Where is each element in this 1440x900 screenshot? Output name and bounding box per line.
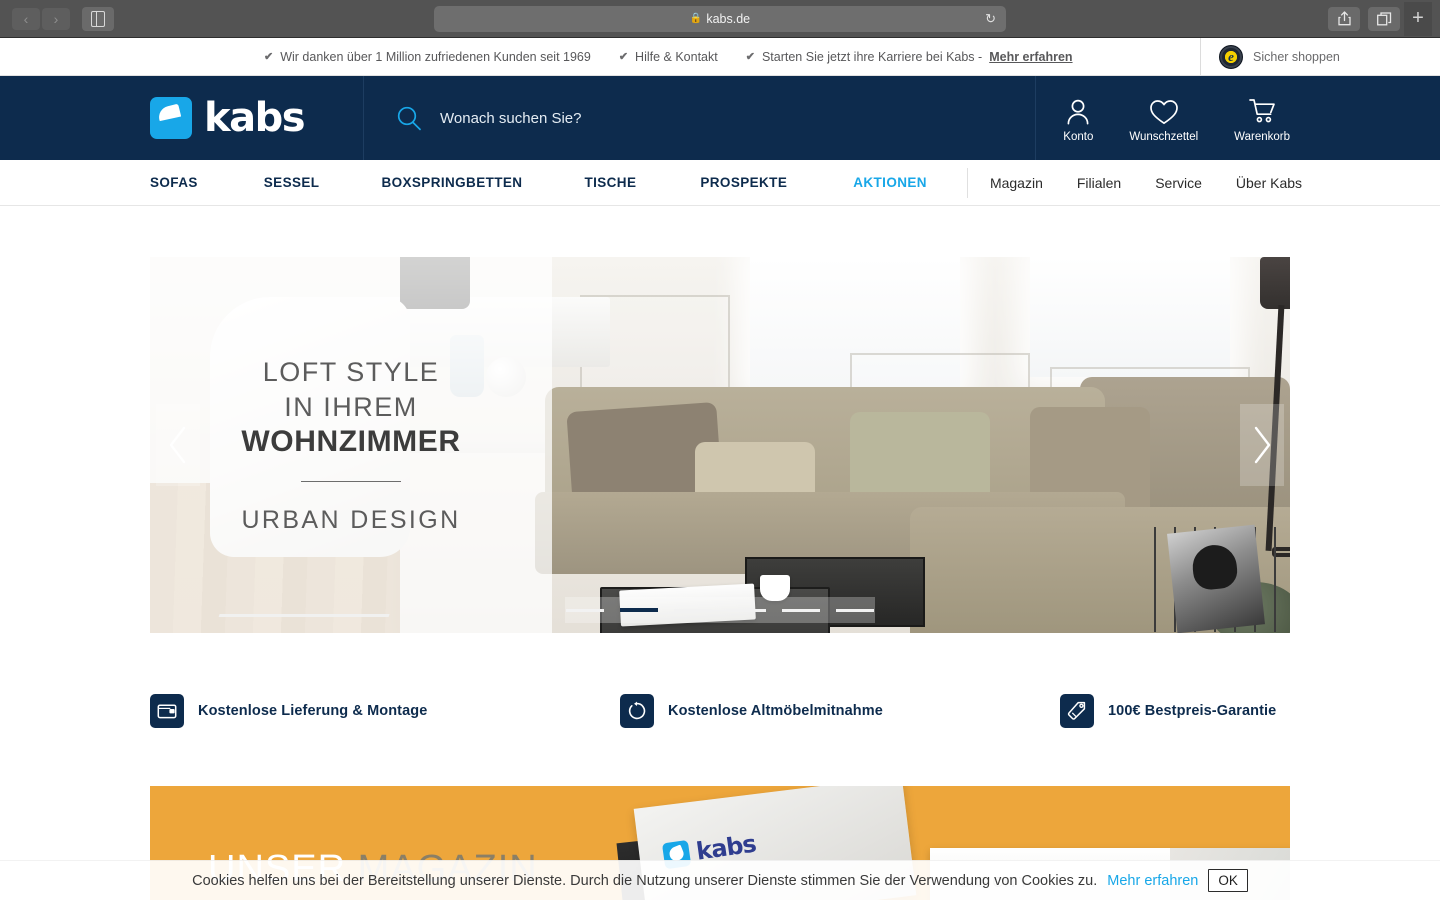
chevron-right-icon — [1254, 426, 1271, 464]
utility-item-kunden: ✔ Wir danken über 1 Million zufriedenen … — [264, 50, 591, 64]
cart-label: Warenkorb — [1234, 131, 1290, 143]
cart-button[interactable]: Warenkorb — [1234, 98, 1290, 143]
hero-line-3: WOHNZIMMER — [241, 425, 461, 459]
hero-slide-dot[interactable] — [728, 608, 766, 612]
utility-item-hilfe[interactable]: ✔ Hilfe & Kontakt — [619, 50, 718, 64]
browser-toolbar: ‹ › 🔒 kabs.de ↻ + — [0, 0, 1440, 38]
header-actions: Konto Wunschzettel Warenkorb — [1063, 76, 1440, 160]
cookie-text: Cookies helfen uns bei der Bereitstellun… — [192, 872, 1098, 889]
search-zone[interactable] — [364, 76, 1036, 160]
lock-icon: 🔒 — [689, 13, 703, 24]
check-icon: ✔ — [618, 51, 629, 63]
browser-nav-buttons: ‹ › — [12, 7, 70, 30]
hero-slide-dot[interactable] — [782, 608, 820, 612]
wishlist-button[interactable]: Wunschzettel — [1129, 98, 1198, 143]
new-tab-button[interactable]: + — [1404, 1, 1432, 36]
share-button[interactable] — [1328, 6, 1360, 31]
logo-wordmark: kabs — [204, 95, 306, 141]
account-button[interactable]: Konto — [1063, 98, 1093, 143]
hero-line-4: URBAN DESIGN — [241, 506, 461, 535]
nav-item-sessel[interactable]: SESSEL — [264, 175, 320, 190]
nav-divider — [966, 167, 968, 198]
nav-item-aktionen[interactable]: AKTIONEN — [853, 175, 927, 190]
search-input[interactable] — [440, 109, 920, 127]
kabs-logo[interactable]: kabs — [150, 95, 306, 141]
show-tabs-button[interactable] — [1368, 6, 1400, 31]
cart-icon — [1249, 99, 1275, 123]
utility-item-hilfe-label: Hilfe & Kontakt — [635, 49, 718, 64]
hero-divider — [301, 481, 401, 483]
karriere-mehr-erfahren-link[interactable]: Mehr erfahren — [989, 50, 1072, 64]
utility-item-karriere: ✔ Starten Sie jetzt ihre Karriere bei Ka… — [746, 50, 1073, 64]
hero-line-1: LOFT STYLE — [262, 356, 440, 387]
trusted-shops-icon: e — [1219, 44, 1243, 69]
heart-icon — [1149, 100, 1178, 125]
nav-item-boxspringbetten[interactable]: BOXSPRINGBETTEN — [381, 175, 522, 190]
chevron-left-icon — [169, 426, 186, 464]
check-icon: ✔ — [745, 51, 755, 63]
usp-bestpreis-label: 100€ Bestpreis-Garantie — [1108, 703, 1277, 719]
hero-line-2: IN IHREM — [284, 391, 418, 422]
forward-button[interactable]: › — [42, 7, 70, 30]
address-bar[interactable]: 🔒 kabs.de ↻ — [434, 5, 1006, 32]
tabs-icon — [1376, 11, 1391, 25]
hero-slide-dot[interactable] — [674, 608, 712, 612]
logo-zone[interactable]: kabs — [140, 76, 364, 160]
usp-altmoebel-label: Kostenlose Altmöbelmitnahme — [668, 703, 883, 719]
nav-item-sofas[interactable]: SOFAS — [150, 175, 198, 190]
sidebar-toggle-button[interactable] — [82, 6, 114, 31]
utility-item-karriere-label: Starten Sie jetzt ihre Karriere bei Kabs… — [761, 49, 983, 64]
hero-slider[interactable]: LOFT STYLE IN IHREM WOHNZIMMER URBAN DES… — [150, 257, 1290, 633]
share-icon — [1337, 11, 1351, 26]
nav-item-magazin[interactable]: Magazin — [990, 175, 1043, 191]
nav-item-service[interactable]: Service — [1155, 175, 1202, 191]
hero-caption: LOFT STYLE IN IHREM WOHNZIMMER URBAN DES… — [150, 257, 552, 633]
nav-item-ueber-kabs[interactable]: Über Kabs — [1236, 175, 1302, 191]
delivery-wallet-icon — [150, 694, 184, 728]
utility-bar: ✔ Wir danken über 1 Million zufriedenen … — [0, 38, 1440, 76]
account-label: Konto — [1063, 131, 1094, 143]
search-icon[interactable] — [396, 105, 422, 131]
sidebar-icon — [91, 10, 105, 27]
nav-item-filialen[interactable]: Filialen — [1077, 175, 1121, 191]
usp-lieferung[interactable]: Kostenlose Lieferung & Montage — [150, 694, 620, 728]
hero-slide-dot[interactable] — [566, 608, 604, 612]
hero-prev-button[interactable] — [156, 404, 200, 486]
usp-bestpreis[interactable]: 100€ Bestpreis-Garantie — [1060, 694, 1276, 728]
kabs-sofa-logo-icon — [150, 97, 192, 139]
trusted-shops-label: Sicher shoppen — [1253, 49, 1340, 64]
wishlist-label: Wunschzettel — [1129, 131, 1199, 143]
main-navigation: SOFAS SESSEL BOXSPRINGBETTEN TISCHE PROS… — [0, 160, 1440, 206]
nav-item-tische[interactable]: TISCHE — [584, 175, 636, 190]
check-icon: ✔ — [264, 51, 274, 63]
usp-row: Kostenlose Lieferung & Montage Kostenlos… — [150, 688, 1290, 734]
nav-primary: SOFAS SESSEL BOXSPRINGBETTEN TISCHE PROS… — [150, 175, 927, 190]
hero-next-button[interactable] — [1240, 404, 1284, 486]
page-viewport: ✔ Wir danken über 1 Million zufriedenen … — [0, 38, 1440, 900]
hero-slide-dot-active[interactable] — [620, 608, 658, 612]
cookie-banner: Cookies helfen uns bei der Bereitstellun… — [0, 860, 1440, 900]
nav-item-prospekte[interactable]: PROSPEKTE — [700, 175, 787, 190]
browser-right-actions — [1328, 6, 1402, 31]
usp-lieferung-label: Kostenlose Lieferung & Montage — [198, 703, 428, 719]
utility-item-kunden-label: Wir danken über 1 Million zufriedenen Ku… — [280, 49, 591, 64]
hero-slide-dot[interactable] — [836, 608, 874, 612]
site-header: kabs Konto — [0, 76, 1440, 160]
cookie-ok-button[interactable]: OK — [1208, 869, 1248, 892]
price-tag-icon — [1060, 694, 1094, 728]
nav-secondary: Magazin Filialen Service Über Kabs — [990, 175, 1302, 191]
cookie-mehr-erfahren-link[interactable]: Mehr erfahren — [1107, 873, 1198, 889]
recycle-icon — [620, 694, 654, 728]
hero-slide-indicators[interactable] — [565, 597, 875, 623]
reload-icon[interactable]: ↻ — [985, 11, 996, 27]
utility-bar-items: ✔ Wir danken über 1 Million zufriedenen … — [0, 50, 1200, 64]
trusted-shops-badge-wrap[interactable]: e Sicher shoppen — [1200, 38, 1440, 75]
usp-altmoebel[interactable]: Kostenlose Altmöbelmitnahme — [620, 694, 1060, 728]
user-icon — [1067, 99, 1089, 125]
back-button[interactable]: ‹ — [12, 7, 40, 30]
url-text: kabs.de — [706, 11, 751, 26]
